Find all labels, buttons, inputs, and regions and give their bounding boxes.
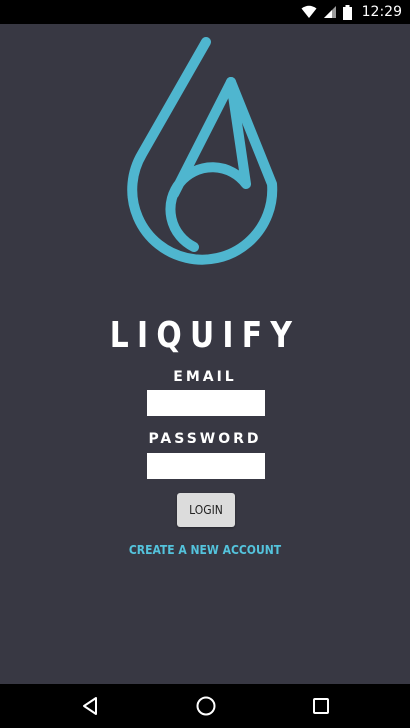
water-drop-logo: [118, 34, 294, 294]
back-icon[interactable]: [78, 694, 102, 718]
home-icon[interactable]: [194, 694, 218, 718]
password-field[interactable]: [147, 453, 265, 479]
status-bar: 12:29: [0, 0, 410, 24]
email-label: EMAIL: [173, 369, 237, 385]
status-icons: 12:29: [301, 0, 402, 24]
password-label: PASSWORD: [148, 431, 262, 447]
email-field[interactable]: [147, 390, 265, 416]
status-time: 12:29: [361, 4, 402, 20]
battery-icon: [342, 4, 352, 20]
login-screen: 12:29 LIQUIFY EMAIL PASSWORD LOGIN CREAT…: [0, 0, 410, 728]
recents-icon[interactable]: [309, 694, 333, 718]
cell-signal-icon: [323, 5, 337, 19]
navigation-bar: [0, 684, 410, 728]
create-account-link[interactable]: CREATE A NEW ACCOUNT: [0, 543, 410, 557]
login-button[interactable]: LOGIN: [177, 493, 235, 527]
app-title: LIQUIFY: [109, 315, 301, 356]
wifi-icon: [301, 5, 317, 19]
